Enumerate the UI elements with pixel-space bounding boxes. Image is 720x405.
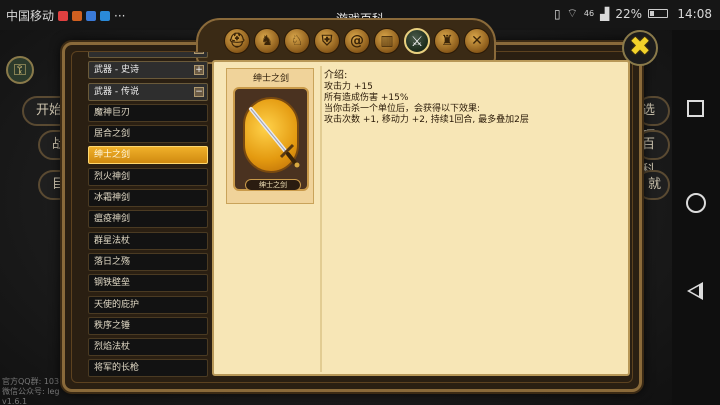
list-item-label: 烈焰法杖 [94, 342, 131, 353]
description-line: 攻击力 +15 [324, 82, 373, 92]
wifi-icon: ⌔ [566, 6, 578, 20]
collapse-icon[interactable]: − [194, 86, 204, 97]
recent-apps-button[interactable] [687, 100, 704, 117]
key-icon[interactable]: ⚿ [6, 56, 34, 84]
category-tabs: ⛑ ♞ ♘ ⛨ @ ▥ ⚔ ♜ ✕ [224, 28, 490, 54]
list-item-label: 居合之剑 [94, 129, 131, 140]
category-header-row[interactable]: 武器 - 稀有 + [88, 52, 208, 58]
rider-icon[interactable]: ♘ [284, 28, 310, 54]
description-line: 当你击杀一个单位后，会获得以下效果: [324, 104, 481, 114]
list-item-label: 魔神巨刃 [94, 107, 131, 118]
card-name: 绅士之剑 [245, 179, 301, 191]
description-line: 攻击次数 +1, 移动力 +2, 持续1回合, 最多叠加2层 [324, 115, 529, 125]
list-item[interactable]: 天使的庇护 [88, 295, 208, 314]
list-item-label: 瘟疫神剑 [94, 214, 131, 225]
list-item-label: 武器 - 传说 [94, 86, 139, 97]
battery-icon [648, 9, 668, 18]
version-label: v1.6.1 [2, 397, 28, 405]
list-item-label: 天使的庇护 [94, 299, 140, 310]
expand-icon[interactable]: + [194, 52, 204, 54]
sword-icon[interactable]: ⚔ [404, 28, 430, 54]
home-button[interactable] [686, 193, 706, 213]
armor-icon[interactable]: ♜ [434, 28, 460, 54]
horse-icon[interactable]: ♞ [254, 28, 280, 54]
clock: 14:08 [677, 7, 712, 21]
list-item[interactable]: 钢铁壁垒 [88, 274, 208, 293]
list-item-label: 钢铁壁垒 [94, 278, 131, 289]
list-item[interactable]: 群星法杖 [88, 231, 208, 250]
item-card: 绅士之剑 绅士之剑 [226, 68, 314, 204]
qq-group-label: 官方QQ群: 103 [2, 377, 60, 386]
list-item-label: 群星法杖 [94, 235, 131, 246]
card-frame: 绅士之剑 [233, 87, 309, 191]
helmet-icon[interactable]: ⛑ [224, 28, 250, 54]
battery-percent: 22% [615, 6, 642, 21]
signal-label: 46 [583, 9, 595, 18]
list-item[interactable]: 烈焰法杖 [88, 338, 208, 357]
list-item-label: 烈火神剑 [94, 171, 131, 182]
list-item[interactable]: 瘟疫神剑 [88, 210, 208, 229]
wechat-label: 微信公众号: leg [2, 387, 60, 396]
crossed-weapons-icon[interactable]: ✕ [464, 28, 490, 54]
back-button[interactable] [687, 282, 703, 300]
list-item-label: 冰霜神剑 [94, 193, 131, 204]
list-item[interactable]: 烈火神剑 [88, 167, 208, 186]
intro-label: 介绍: [324, 70, 348, 81]
list-item[interactable]: 居合之剑 [88, 125, 208, 144]
card-title: 绅士之剑 [252, 74, 289, 84]
shield-icon[interactable]: ⛨ [314, 28, 340, 54]
item-list[interactable]: 武器 - 稀有 + 武器 - 史诗 + 武器 - 传说 − 魔神巨刃居合之剑绅士之剑烈火神剑… [88, 52, 208, 386]
list-item[interactable]: 魔神巨刃 [88, 103, 208, 122]
item-description: 介绍: 攻击力 +15 所有造成伤害 +15% 当你击杀一个单位后，会获得以下效… [324, 70, 529, 126]
list-item-label: 武器 - 史诗 [94, 65, 139, 76]
list-item[interactable]: 绅士之剑 [88, 146, 208, 165]
list-item[interactable]: 秩序之锤 [88, 316, 208, 335]
list-item-label: 秩序之锤 [94, 320, 131, 331]
version-info: 官方QQ群: 103 微信公众号: leg v1.6.1 [2, 377, 59, 405]
description-line: 所有造成伤害 +15% [324, 93, 409, 103]
list-item-label: 绅士之剑 [94, 150, 131, 161]
category-header-row[interactable]: 武器 - 史诗 + [88, 61, 208, 80]
signal-icon: ▟ [600, 6, 610, 21]
list-item[interactable]: 落日之殇 [88, 252, 208, 271]
panel-divider [320, 66, 322, 372]
detail-panel: 绅士之剑 绅士之剑 介绍: 攻击力 +15 所有造成伤害 +15% 当你击杀一个… [212, 60, 630, 376]
book-icon[interactable]: ▥ [374, 28, 400, 54]
sword-icon [249, 107, 300, 168]
list-item-label: 武器 - 稀有 [94, 52, 139, 54]
status-right: ▯ ⌔ 46 ▟ 22% [554, 6, 668, 21]
spiral-icon[interactable]: @ [344, 28, 370, 54]
list-item[interactable]: 冰霜神剑 [88, 189, 208, 208]
list-item-label: 落日之殇 [94, 256, 131, 267]
category-header-row[interactable]: 武器 - 传说 − [88, 82, 208, 101]
android-nav-bar [672, 30, 720, 405]
list-item-label: 将军的长枪 [94, 363, 140, 374]
vibrate-icon: ▯ [554, 6, 561, 21]
list-item[interactable]: 将军的长枪 [88, 359, 208, 378]
expand-icon[interactable]: + [194, 65, 204, 76]
